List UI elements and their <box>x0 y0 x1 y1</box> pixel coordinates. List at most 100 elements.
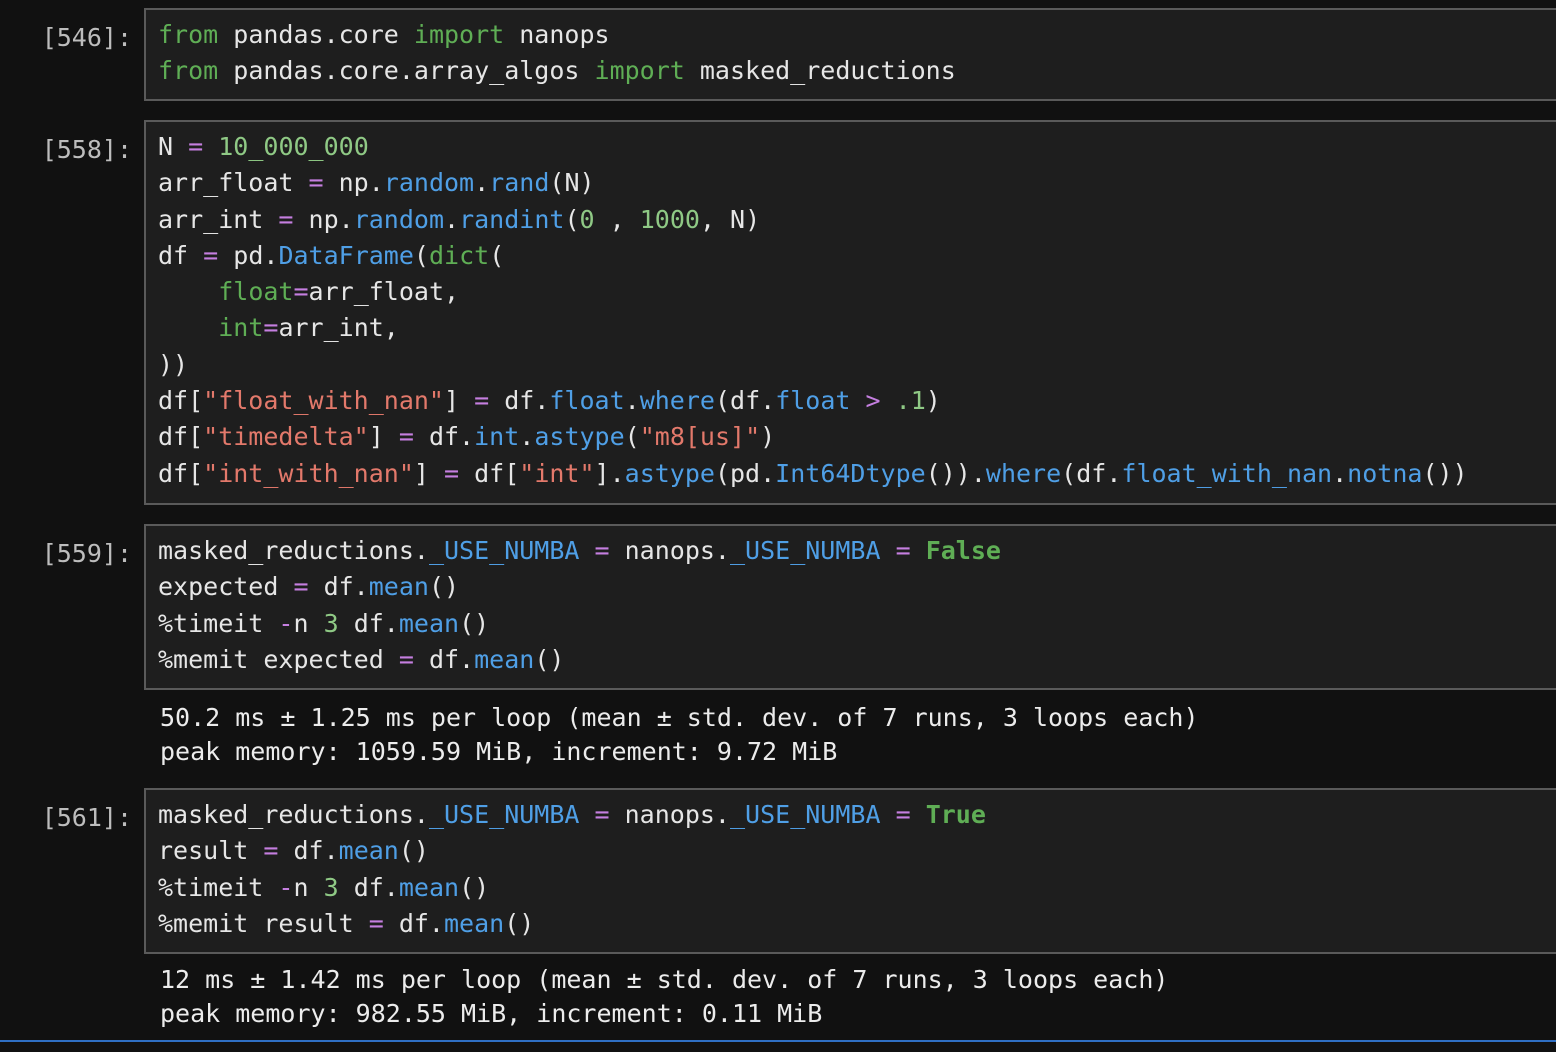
code-token: n <box>293 608 324 638</box>
number-token: 3 <box>323 608 339 638</box>
operator-token: = <box>398 644 414 674</box>
code-input[interactable]: from pandas.core import nanops from panda… <box>144 8 1556 101</box>
code-editor[interactable]: masked_reductions._USE_NUMBA = nanops._U… <box>158 533 1001 678</box>
code-token: ( <box>564 204 580 234</box>
operator-token: = <box>368 908 384 938</box>
code-token: pandas.core.array_algos <box>218 56 595 86</box>
code-line: df = pd.DataFrame(dict( <box>158 238 1468 274</box>
operator-token: = <box>263 313 279 343</box>
operator-token: = <box>895 536 911 565</box>
operator-token: - <box>278 872 294 902</box>
code-token: ( <box>413 240 429 270</box>
string-token: "timedelta" <box>203 422 369 452</box>
code-token: ) <box>925 386 941 416</box>
code-token: pd. <box>218 240 279 270</box>
code-token: df. <box>413 644 475 674</box>
code-token: () <box>459 872 490 902</box>
keyword-token: import <box>594 56 685 86</box>
code-token: () <box>459 608 490 638</box>
identifier-token: _USE_NUMBA <box>428 536 580 565</box>
code-token: () <box>398 836 429 866</box>
code-token: result <box>158 836 264 866</box>
code-token: pandas.core <box>218 20 414 49</box>
operator-token: = <box>895 800 911 829</box>
cell-prompt: [559]: <box>41 539 132 568</box>
string-token: "int" <box>519 458 595 488</box>
code-token: , N) <box>699 204 761 234</box>
code-token: %memit result <box>158 908 369 938</box>
code-token: arr_int <box>158 204 279 234</box>
code-line: float=arr_float, <box>158 274 1468 310</box>
number-token: 10_000_000 <box>218 132 369 161</box>
code-token: df. <box>338 608 399 638</box>
number-token: .1 <box>895 386 926 416</box>
code-line: from pandas.core.array_algos import mask… <box>158 53 956 89</box>
code-line: arr_float = np.random.rand(N) <box>158 165 1468 201</box>
code-token: %timeit <box>158 872 279 902</box>
keyword-token: int <box>218 313 264 343</box>
identifier-token: randint <box>459 204 565 234</box>
code-editor[interactable]: from pandas.core import nanops from panda… <box>158 17 956 90</box>
code-line: %timeit -n 3 df.mean() <box>158 870 986 906</box>
keyword-token: import <box>413 20 505 49</box>
code-line: )) <box>158 347 1468 383</box>
identifier-token: astype <box>534 422 625 452</box>
code-input[interactable]: masked_reductions._USE_NUMBA = nanops._U… <box>144 524 1556 690</box>
code-line: masked_reductions._USE_NUMBA = nanops._U… <box>158 533 1001 569</box>
identifier-token: float <box>775 386 851 416</box>
identifier-token: mean <box>368 572 429 602</box>
identifier-token: notna <box>1347 458 1423 488</box>
code-token: df[ <box>158 386 204 416</box>
code-token: masked_reductions. <box>158 800 429 829</box>
code-token: . <box>1332 458 1348 488</box>
code-token: arr_int, <box>278 313 399 343</box>
code-input[interactable]: N = 10_000_000 arr_float = np.random.rand… <box>144 120 1556 505</box>
code-token: N <box>158 132 189 161</box>
string-token: "int_with_nan" <box>203 458 414 488</box>
code-input[interactable]: masked_reductions._USE_NUMBA = nanops._U… <box>144 788 1556 954</box>
code-line: expected = df.mean() <box>158 569 1001 605</box>
identifier-token: mean <box>398 872 460 902</box>
code-token: . <box>624 386 640 416</box>
identifier-token: where <box>639 386 715 416</box>
identifier-token: _USE_NUMBA <box>730 536 881 565</box>
operator-token: = <box>443 458 460 488</box>
operator-token: = <box>594 536 610 565</box>
code-line: df["timedelta"] = df.int.astype("m8[us]"… <box>158 419 1468 455</box>
identifier-token: DataFrame <box>278 240 414 270</box>
code-line: %timeit -n 3 df.mean() <box>158 606 1001 642</box>
code-token: . <box>444 204 460 234</box>
identifier-token: random <box>383 168 475 198</box>
code-line: from pandas.core import nanops <box>158 17 956 53</box>
identifier-token: random <box>353 204 445 234</box>
code-editor[interactable]: N = 10_000_000 arr_float = np.random.rand… <box>158 129 1468 492</box>
code-token: ( <box>624 422 640 452</box>
cell-prompt: [558]: <box>41 135 132 164</box>
code-token: masked_reductions. <box>158 536 429 565</box>
code-token: , <box>594 204 640 234</box>
operator-token: = <box>398 422 414 452</box>
code-line: %memit expected = df.mean() <box>158 642 1001 678</box>
number-token: 3 <box>323 872 339 902</box>
code-token: np. <box>293 204 354 234</box>
code-line: %memit result = df.mean() <box>158 906 986 942</box>
code-token: df. <box>308 572 369 602</box>
keyword-token: True <box>925 800 986 829</box>
code-token: )) <box>158 349 189 379</box>
code-token: arr_float, <box>308 277 460 307</box>
identifier-token: mean <box>444 908 505 938</box>
code-token: df. <box>383 908 444 938</box>
code-editor[interactable]: masked_reductions._USE_NUMBA = nanops._U… <box>158 797 986 942</box>
code-token: ()) <box>1422 458 1468 488</box>
code-line: result = df.mean() <box>158 833 986 869</box>
cell-output: 12 ms ± 1.42 ms per loop (mean ± std. de… <box>160 963 1168 1031</box>
operator-token: = <box>474 386 490 416</box>
code-token: . <box>474 168 490 198</box>
code-token: ( <box>489 240 505 270</box>
